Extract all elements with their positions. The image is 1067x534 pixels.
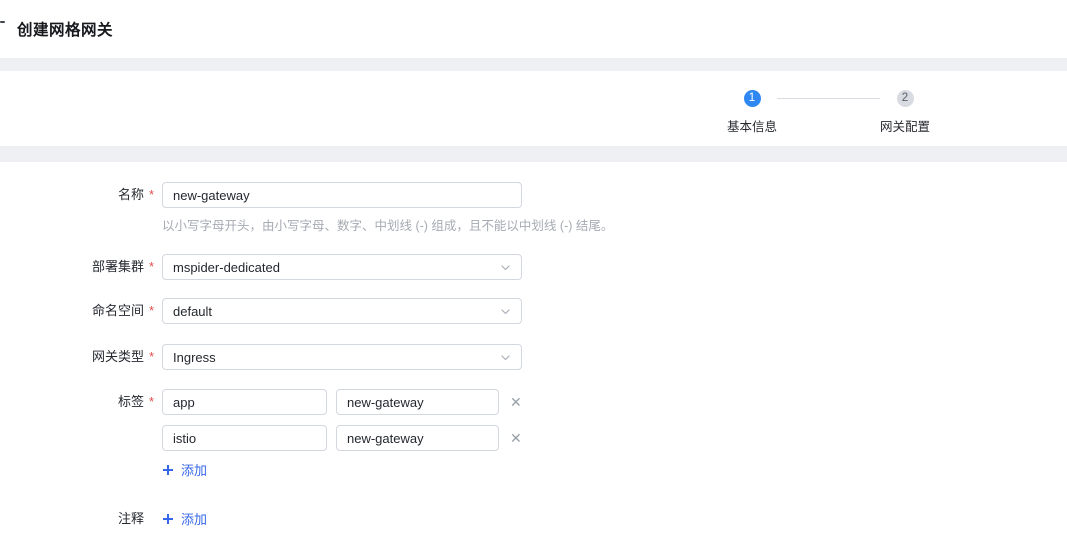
required-marker: * <box>144 254 162 280</box>
stepper-connector-line <box>777 98 880 99</box>
required-marker: * <box>144 344 162 370</box>
label-value-input[interactable] <box>336 389 499 415</box>
form-row-gateway-type: 网关类型 * Ingress <box>0 344 1067 370</box>
back-icon[interactable] <box>0 21 5 23</box>
add-label-button[interactable]: 添加 <box>162 460 207 479</box>
chevron-down-icon <box>500 352 511 363</box>
form-row-cluster: 部署集群 * mspider-dedicated <box>0 254 1067 280</box>
labels-editor: ✕ ✕ 添加 <box>162 389 524 481</box>
required-marker: * <box>144 182 162 208</box>
form-row-labels: 标签 * ✕ ✕ 添加 <box>0 389 1067 481</box>
title-bar: 创建网格网关 <box>0 0 1067 58</box>
page-title: 创建网格网关 <box>17 18 113 40</box>
step-1-label: 基本信息 <box>727 116 777 135</box>
cluster-label: 部署集群 <box>0 254 144 280</box>
remove-label-button[interactable]: ✕ <box>508 395 524 409</box>
add-annotation-text: 添加 <box>181 509 207 528</box>
gateway-type-select[interactable]: Ingress <box>162 344 522 370</box>
namespace-label: 命名空间 <box>0 298 144 324</box>
gateway-type-label: 网关类型 <box>0 344 144 370</box>
annotations-label: 注释 <box>0 506 144 532</box>
stepper: 1 基本信息 2 网关配置 <box>727 90 930 135</box>
label-pair-row: ✕ <box>162 425 524 451</box>
chevron-down-icon <box>500 262 511 273</box>
step-2-label: 网关配置 <box>880 116 930 135</box>
labels-label: 标签 <box>0 389 144 415</box>
label-pair-row: ✕ <box>162 389 524 415</box>
close-icon: ✕ <box>510 394 522 410</box>
step-basic-info[interactable]: 1 基本信息 <box>727 90 777 135</box>
required-marker: * <box>144 389 162 415</box>
step-gateway-config[interactable]: 2 网关配置 <box>880 90 930 135</box>
namespace-select-value: default <box>173 304 212 319</box>
plus-icon <box>162 464 174 476</box>
form-row-namespace: 命名空间 * default <box>0 298 1067 324</box>
name-hint: 以小写字母开头，由小写字母、数字、中划线 (-) 组成，且不能以中划线 (-) … <box>162 215 1067 234</box>
label-value-input[interactable] <box>336 425 499 451</box>
label-key-input[interactable] <box>162 389 327 415</box>
namespace-select[interactable]: default <box>162 298 522 324</box>
gateway-form: 名称 * 以小写字母开头，由小写字母、数字、中划线 (-) 组成，且不能以中划线… <box>0 162 1067 534</box>
required-marker: * <box>144 298 162 324</box>
name-label: 名称 <box>0 182 144 208</box>
cluster-select-value: mspider-dedicated <box>173 260 280 275</box>
stepper-section: 1 基本信息 2 网关配置 <box>0 71 1067 146</box>
chevron-down-icon <box>500 306 511 317</box>
form-row-name: 名称 * <box>0 182 1067 208</box>
label-key-input[interactable] <box>162 425 327 451</box>
section-divider <box>0 58 1067 71</box>
plus-icon <box>162 513 174 525</box>
cluster-select[interactable]: mspider-dedicated <box>162 254 522 280</box>
close-icon: ✕ <box>510 430 522 446</box>
step-1-dot: 1 <box>744 90 761 107</box>
name-input[interactable] <box>162 182 522 208</box>
add-label-text: 添加 <box>181 460 207 479</box>
step-2-dot: 2 <box>897 90 914 107</box>
section-divider <box>0 146 1067 162</box>
remove-label-button[interactable]: ✕ <box>508 431 524 445</box>
add-annotation-button[interactable]: 添加 <box>162 509 207 528</box>
gateway-type-select-value: Ingress <box>173 350 216 365</box>
form-row-annotations: 注释 添加 <box>0 506 1067 532</box>
